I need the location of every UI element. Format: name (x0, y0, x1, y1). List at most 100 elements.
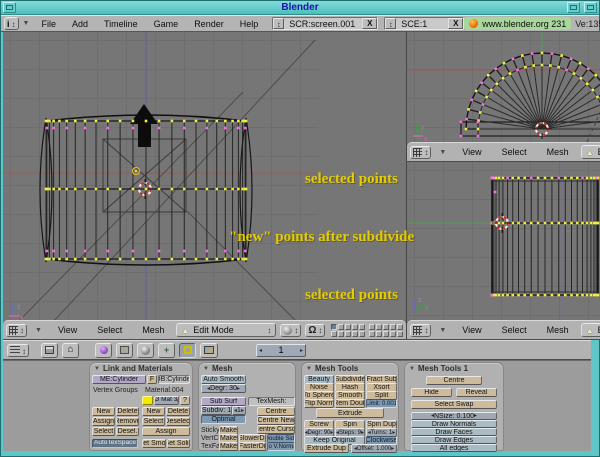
vgroup-remove-button[interactable]: Remove (116, 417, 139, 426)
viewport-top-canvas[interactable]: yx (407, 32, 600, 142)
menu-help[interactable]: Help (232, 19, 267, 29)
subdiv-field[interactable]: Subdiv: 1 (201, 406, 232, 415)
all-edges-toggle[interactable]: All edges (411, 444, 497, 452)
material-select-button[interactable]: Select (142, 417, 165, 426)
material-new-button[interactable]: New (142, 407, 165, 416)
layer-cell[interactable] (331, 324, 337, 330)
logic-context-button[interactable] (95, 343, 112, 358)
layer-cell[interactable] (369, 324, 375, 330)
viewport-front-canvas[interactable]: zx (3, 32, 318, 320)
menu-mesh[interactable]: Mesh (539, 147, 577, 157)
header-collapse-icon[interactable]: ▼ (439, 149, 446, 156)
menu-file[interactable]: File (33, 19, 64, 29)
centre-cursor-button[interactable]: Centre Cursor (257, 425, 295, 434)
frame-counter[interactable]: 1 (256, 344, 306, 357)
extrude-button[interactable]: Extrude (316, 408, 384, 418)
menu-view[interactable]: View (454, 325, 489, 335)
mode-dropdown[interactable]: ▲ Edit Mode (581, 145, 600, 159)
shading-context-button[interactable] (137, 343, 154, 358)
reveal-button[interactable]: Reveal (456, 388, 497, 397)
panel-collapse-icon[interactable]: ▼ (94, 366, 100, 372)
layer-cell[interactable] (397, 324, 403, 330)
layer-cell[interactable] (331, 331, 337, 337)
layer-cell[interactable] (390, 331, 396, 337)
layer-cell[interactable] (345, 324, 351, 330)
layer-cell[interactable] (376, 331, 382, 337)
menu-view[interactable]: View (50, 325, 85, 335)
collapse-menus-icon[interactable]: ▼ (23, 20, 30, 27)
scene-selector[interactable]: SCE:1 X (384, 17, 464, 30)
faster-draw-button[interactable]: FasterDr (239, 442, 266, 451)
window-maximize-button[interactable] (567, 2, 580, 13)
menu-render[interactable]: Render (186, 19, 232, 29)
pivot-dropdown[interactable]: Ω (305, 324, 325, 337)
material-counter[interactable]: 3 Mat 3 (154, 396, 179, 405)
draw-edges-toggle[interactable]: Draw Edges (411, 436, 497, 444)
no-vnormal-flip-toggle[interactable]: No V.Normal (267, 442, 295, 451)
centre-new-button[interactable]: Centre New (257, 416, 295, 425)
header-collapse-icon[interactable]: ▼ (439, 327, 446, 334)
extrude-dup-button[interactable]: Extrude Dup (304, 444, 349, 453)
scene-delete-button[interactable]: X (448, 18, 463, 29)
rem-doubles-button[interactable]: Rem Doub (335, 399, 365, 408)
texface-make-button[interactable]: Make (219, 442, 238, 451)
centre-button[interactable]: Centre (257, 407, 295, 416)
editor-type-dropdown[interactable] (410, 324, 431, 337)
layer-cell[interactable] (390, 324, 396, 330)
flip-normals-button[interactable]: Flip Norm (304, 399, 334, 408)
degr-field[interactable]: Degr: 30 (201, 384, 246, 393)
material-help-button[interactable]: ? (180, 396, 190, 405)
optimal-toggle[interactable]: Optimal (201, 415, 246, 424)
screen-delete-button[interactable]: X (362, 18, 377, 29)
scene-context-button[interactable] (200, 343, 218, 358)
layer-cell[interactable] (383, 331, 389, 337)
mode-dropdown[interactable]: ▲ Edit Mode (176, 323, 276, 337)
editor-type-dropdown[interactable] (7, 344, 29, 357)
draw-faces-toggle[interactable]: Draw Faces (411, 428, 497, 436)
subdiv-render-field[interactable]: 1 (232, 406, 246, 415)
editing-context-button[interactable] (179, 343, 196, 358)
material-assign-button[interactable]: Assign (142, 427, 190, 436)
limit-field[interactable]: Limit: 0.001 (366, 399, 397, 408)
layer-cell[interactable] (383, 324, 389, 330)
menu-add[interactable]: Add (64, 19, 96, 29)
object-name-field[interactable]: OB:Cylinder (158, 375, 190, 384)
home-button[interactable]: ⌂ (62, 343, 79, 358)
layer-cell[interactable] (345, 331, 351, 337)
object-context-button[interactable]: + (158, 343, 175, 358)
menu-select[interactable]: Select (494, 325, 535, 335)
version-link[interactable]: www.blender.org 231 (464, 17, 571, 30)
menu-select[interactable]: Select (494, 147, 535, 157)
layer-cell[interactable] (359, 324, 365, 330)
menu-select[interactable]: Select (89, 325, 130, 335)
screen-selector[interactable]: SCR:screen.001 X (272, 17, 378, 30)
layer-cell[interactable] (397, 331, 403, 337)
fake-user-button[interactable]: F (147, 375, 157, 384)
menu-game[interactable]: Game (146, 19, 187, 29)
material-deselect-button[interactable]: Deselect (166, 417, 190, 426)
screen-browse-button[interactable] (273, 18, 284, 29)
offset-field[interactable]: Offset: 1.000 (351, 444, 397, 453)
layer-cell[interactable] (376, 324, 382, 330)
draw-normals-toggle[interactable]: Draw Normals (411, 420, 497, 428)
centre-button[interactable]: Centre (426, 376, 482, 385)
set-smooth-button[interactable]: Set Smoo (142, 439, 166, 448)
set-solid-button[interactable]: Set Solid (167, 439, 190, 448)
layer-buttons[interactable] (331, 324, 403, 337)
header-collapse-icon[interactable]: ▼ (35, 327, 42, 334)
window-menu-button[interactable] (3, 2, 16, 13)
menu-timeline[interactable]: Timeline (96, 19, 146, 29)
auto-smooth-toggle[interactable]: Auto Smooth (201, 375, 246, 384)
vgroup-assign-button[interactable]: Assign (92, 417, 115, 426)
layer-cell[interactable] (352, 331, 358, 337)
select-swap-button[interactable]: Select Swap (411, 400, 497, 409)
menu-mesh[interactable]: Mesh (539, 325, 577, 335)
mode-dropdown[interactable]: ▲ Edit Mode (581, 323, 600, 337)
menu-view[interactable]: View (454, 147, 489, 157)
script-context-button[interactable] (116, 343, 133, 358)
panel-alignment-button[interactable] (41, 343, 58, 358)
panel-collapse-icon[interactable]: ▼ (409, 366, 415, 372)
layer-cell[interactable] (338, 324, 344, 330)
autotexspace-toggle[interactable]: AutoTexSpace (92, 439, 138, 448)
vgroup-delete-button[interactable]: Delete (116, 407, 139, 416)
